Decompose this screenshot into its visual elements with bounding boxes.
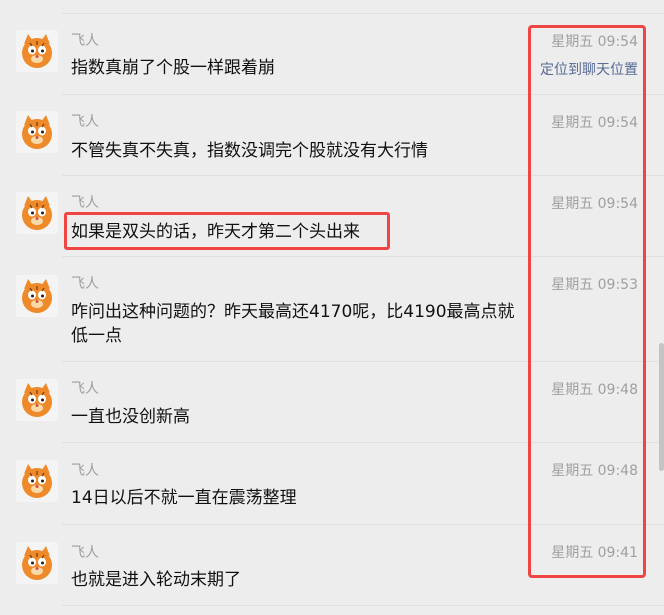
message-time: 星期五 09:54: [551, 34, 638, 50]
sender-name: 飞人: [71, 545, 99, 561]
sender-name: 飞人: [71, 114, 99, 130]
garfield-cat-avatar-icon[interactable]: [16, 460, 58, 502]
sender-name: 飞人: [71, 463, 99, 479]
garfield-cat-avatar-icon[interactable]: [16, 192, 58, 234]
message-time: 星期五 09:48: [551, 463, 638, 479]
garfield-cat-avatar-icon[interactable]: [16, 111, 58, 153]
message-time: 星期五 09:54: [551, 115, 638, 131]
message-item[interactable]: 飞人 如果是双头的话，昨天才第二个头出来 星期五 09:54: [0, 176, 664, 257]
garfield-cat-avatar-icon[interactable]: [16, 379, 58, 421]
locate-in-chat-link[interactable]: 定位到聊天位置: [540, 61, 638, 79]
message-text: 咋问出这种问题的？昨天最高还4170呢，比4190最高点就低一点: [71, 302, 515, 346]
garfield-cat-avatar-icon[interactable]: [16, 542, 58, 584]
sender-name: 飞人: [71, 195, 99, 211]
chat-history-list: 飞人 指数真崩了个股一样跟着崩 星期五 09:54 定位到聊天位置 飞人 不管失…: [0, 0, 664, 615]
message-text: 如果是双头的话，昨天才第二个头出来: [71, 222, 360, 242]
message-text: 一直也没创新高: [71, 407, 190, 427]
sender-name: 飞人: [71, 276, 99, 292]
message-text: 14日以后不就一直在震荡整理: [71, 488, 297, 508]
garfield-cat-avatar-icon[interactable]: [16, 275, 58, 317]
message-time: 星期五 09:53: [551, 277, 638, 293]
garfield-cat-avatar-icon[interactable]: [16, 30, 58, 72]
message-item[interactable]: 飞人 也就是进入轮动末期了 星期五 09:41: [0, 525, 664, 606]
sender-name: 飞人: [71, 381, 99, 397]
scrollbar-thumb[interactable]: [659, 343, 664, 471]
message-time: 星期五 09:54: [551, 196, 638, 212]
message-item[interactable]: 飞人 不管失真不失真，指数没调完个股就没有大行情 星期五 09:54: [0, 95, 664, 176]
message-text: 也就是进入轮动末期了: [71, 570, 241, 590]
divider: [62, 605, 664, 606]
message-time: 星期五 09:48: [551, 382, 638, 398]
message-time: 星期五 09:41: [551, 545, 638, 561]
message-item[interactable]: 飞人 咋问出这种问题的？昨天最高还4170呢，比4190最高点就低一点 星期五 …: [0, 257, 664, 362]
sender-name: 飞人: [71, 33, 99, 49]
message-item[interactable]: 飞人 14日以后不就一直在震荡整理 星期五 09:48: [0, 443, 664, 525]
message-text: 不管失真不失真，指数没调完个股就没有大行情: [71, 141, 428, 161]
message-text: 指数真崩了个股一样跟着崩: [71, 58, 275, 78]
message-item[interactable]: 飞人 指数真崩了个股一样跟着崩 星期五 09:54 定位到聊天位置: [0, 14, 664, 95]
message-item[interactable]: 飞人 一直也没创新高 星期五 09:48: [0, 362, 664, 443]
